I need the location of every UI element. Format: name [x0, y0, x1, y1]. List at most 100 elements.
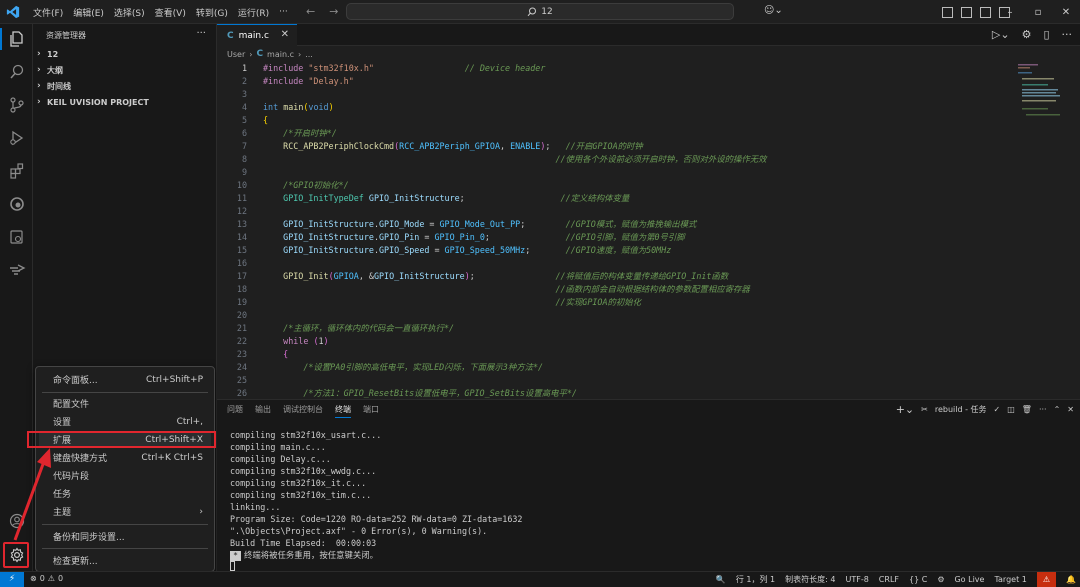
menu-tasks[interactable]: 任务: [39, 485, 211, 502]
back-arrow-icon[interactable]: ←: [306, 5, 315, 18]
sidebar-more-button[interactable]: ···: [196, 28, 206, 39]
tab-problems[interactable]: 问题: [227, 404, 243, 418]
split-editor-icon[interactable]: ▯: [1043, 28, 1049, 41]
menu-file[interactable]: 文件(F): [28, 6, 68, 19]
indentation[interactable]: 制表符长度: 4: [785, 574, 835, 585]
check-icon[interactable]: ✓: [994, 405, 1001, 414]
extensions-highlight-box: [27, 431, 216, 448]
edge-devtools-icon[interactable]: [0, 189, 33, 219]
section-folder[interactable]: › 12: [33, 46, 216, 62]
terminal-star-icon: *: [230, 551, 241, 561]
run-debug-dropdown-icon[interactable]: ▷⌄: [992, 28, 1010, 41]
chevron-right-icon: ›: [37, 49, 41, 59]
menu-check-updates[interactable]: 检查更新...: [39, 552, 211, 569]
panel-tabs: 问题 输出 调试控制台 终端 端口: [227, 404, 379, 418]
terminal-output[interactable]: compiling stm32f10x_usart.c... compiling…: [230, 429, 522, 573]
source-control-icon[interactable]: [0, 90, 33, 120]
cursor-position[interactable]: 行 1，列 1: [736, 574, 775, 585]
menu-edit[interactable]: 编辑(E): [68, 6, 109, 19]
task-name[interactable]: rebuild - 任务: [935, 404, 987, 415]
menu-keyboard-shortcuts[interactable]: 键盘快捷方式 Ctrl+K Ctrl+S: [39, 449, 211, 466]
menu-run[interactable]: 运行(R): [233, 6, 274, 19]
account-icon[interactable]: [0, 506, 33, 536]
more-icon[interactable]: ···: [1039, 405, 1047, 414]
search-view-icon[interactable]: [0, 57, 33, 87]
warning-badge-icon[interactable]: ⚠: [1036, 572, 1057, 587]
editor-area: C main.c ✕ ▷⌄ ⚙ ▯ ··· User › C main.c › …: [217, 24, 1080, 399]
copilot-icon[interactable]: ☺⌄: [764, 5, 783, 16]
run-debug-icon[interactable]: [0, 123, 33, 153]
error-icon: ⊗: [30, 574, 37, 583]
terminal-line: Build Time Elapsed: 00:00:03: [230, 538, 377, 548]
keil-project-icon[interactable]: [0, 254, 33, 284]
language-mode[interactable]: {} C: [909, 575, 927, 584]
chevron-right-icon: ›: [37, 97, 41, 107]
menu-view[interactable]: 查看(V): [150, 6, 191, 19]
trash-icon[interactable]: 🗑: [1022, 405, 1032, 414]
keil-target[interactable]: Target 1: [994, 575, 1026, 584]
maximize-icon[interactable]: ▫: [1024, 7, 1052, 18]
close-tab-icon[interactable]: ✕: [281, 29, 289, 40]
close-window-icon[interactable]: ✕: [1052, 7, 1080, 18]
extensions-icon[interactable]: [0, 156, 33, 186]
split-terminal-icon[interactable]: ◫: [1007, 405, 1015, 414]
section-timeline[interactable]: › 时间线: [33, 78, 216, 94]
c-file-icon: C: [227, 30, 234, 41]
terminal-line: compiling stm32f10x_wwdg.c...: [230, 466, 377, 476]
minimize-icon[interactable]: –: [996, 7, 1024, 18]
encoding[interactable]: UTF-8: [845, 575, 868, 584]
status-bar: ⚡ ⊗ 0 ⚠ 0 🔍 行 1，列 1 制表符长度: 4 UTF-8 CRLF {}…: [0, 571, 1080, 587]
remote-explorer-icon[interactable]: [0, 222, 33, 252]
section-keil-project[interactable]: › KEIL UVISION PROJECT: [33, 94, 216, 110]
menu-more[interactable]: ···: [274, 7, 293, 17]
menu-selection[interactable]: 选择(S): [109, 6, 150, 19]
panel-toggle-icon[interactable]: [980, 7, 991, 18]
tab-debug-console[interactable]: 调试控制台: [283, 404, 323, 418]
new-terminal-icon[interactable]: +⌄: [896, 403, 914, 416]
tab-terminal[interactable]: 终端: [335, 404, 351, 418]
problems-indicator[interactable]: ⊗ 0 ⚠ 0: [30, 574, 63, 583]
close-panel-icon[interactable]: ✕: [1067, 405, 1074, 414]
chevron-right-icon: ›: [37, 65, 41, 75]
terminal-cursor: [230, 561, 235, 571]
minimap[interactable]: [1016, 62, 1066, 122]
chevron-up-icon[interactable]: ⌃: [1054, 405, 1061, 414]
settings-gear-icon[interactable]: ⚙: [1022, 28, 1032, 41]
explorer-icon[interactable]: [0, 24, 33, 54]
menu-settings[interactable]: 设置 Ctrl+,: [39, 413, 211, 430]
terminal-end-message: 终端将被任务重用，按任意键关闭。: [244, 550, 378, 560]
title-bar: 文件(F) 编辑(E) 选择(S) 查看(V) 转到(G) 运行(R) ··· …: [0, 0, 1080, 24]
menu-command-palette[interactable]: 命令面板... Ctrl+Shift+P: [39, 371, 211, 388]
zoom-icon[interactable]: 🔍: [716, 575, 726, 584]
command-center-search[interactable]: 12: [346, 3, 734, 20]
tab-output[interactable]: 输出: [255, 404, 271, 418]
terminal-line: compiling main.c...: [230, 442, 326, 452]
code-editor[interactable]: 1 #include "stm32f10x.h" // Device header…: [217, 62, 1017, 399]
menu-go[interactable]: 转到(G): [191, 6, 233, 19]
forward-arrow-icon[interactable]: →: [329, 5, 338, 18]
line-ending[interactable]: CRLF: [879, 575, 899, 584]
broadcast-icon: ⚙: [937, 575, 945, 584]
panel-actions: +⌄ ✂ rebuild - 任务 ✓ ◫ 🗑 ··· ⌃ ✕: [896, 403, 1074, 416]
terminal-line: Program Size: Code=1220 RO-data=252 RW-d…: [230, 514, 523, 524]
notifications-bell-icon[interactable]: 🔔: [1066, 575, 1076, 584]
go-live-button[interactable]: Go Live: [954, 575, 984, 584]
tab-main-c[interactable]: C main.c ✕: [217, 24, 297, 46]
section-outline[interactable]: › 大纲: [33, 62, 216, 78]
layout-toggle-icon[interactable]: [942, 7, 953, 18]
sidebar-header: 资源管理器 ···: [33, 24, 216, 46]
tab-ports[interactable]: 端口: [363, 404, 379, 418]
menu-themes[interactable]: 主题 ›: [39, 503, 211, 520]
vscode-logo-icon: [6, 5, 20, 19]
menu-snippets[interactable]: 代码片段: [39, 467, 211, 484]
sidebar-toggle-icon[interactable]: [961, 7, 972, 18]
search-icon: [527, 7, 537, 16]
manage-context-menu: 命令面板... Ctrl+Shift+P 配置文件 设置 Ctrl+, 扩展 Ctrl…: [35, 366, 215, 572]
more-actions-icon[interactable]: ···: [1062, 28, 1073, 41]
menu-backup-sync[interactable]: 备份和同步设置...: [39, 528, 211, 545]
terminal-line: ".\Objects\Project.axf" - 0 Error(s), 0 …: [230, 526, 488, 536]
tab-bar: C main.c ✕ ▷⌄ ⚙ ▯ ···: [217, 24, 1080, 46]
menu-profiles[interactable]: 配置文件: [39, 395, 211, 412]
sidebar-title: 资源管理器: [46, 30, 86, 40]
remote-indicator-icon[interactable]: ⚡: [0, 572, 24, 587]
